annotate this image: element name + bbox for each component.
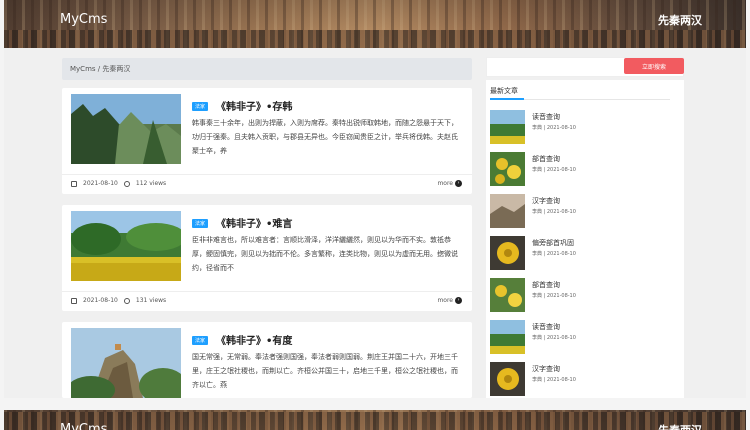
sidebar-thumbnail[interactable] bbox=[490, 236, 525, 270]
header-banner-repeat: MyCms 先秦两汉 bbox=[4, 410, 746, 430]
sidebar-thumbnail[interactable] bbox=[490, 362, 525, 396]
sidebar-item-meta: 李典 | 2021-08-10 bbox=[532, 167, 576, 173]
header-banner: MyCms 先秦两汉 bbox=[4, 0, 746, 48]
brand-logo[interactable]: MyCms bbox=[60, 12, 107, 27]
article-title[interactable]: 《韩非子》•有度 bbox=[216, 332, 292, 347]
breadcrumb: MyCms / 先秦两汉 bbox=[62, 58, 472, 80]
sidebar-item-meta: 李典 | 2021-08-10 bbox=[532, 251, 576, 257]
sidebar-item-title[interactable]: 部首查询 bbox=[532, 154, 560, 164]
article-title[interactable]: 《韩非子》•难言 bbox=[216, 215, 292, 230]
article-card[interactable]: 法家 《韩非子》•有度 国无常强，无常弱。奉法者强则国强，奉法者弱则国弱。荆庄王… bbox=[62, 322, 472, 398]
article-footer: 2021-08-10 112 views more › bbox=[62, 174, 472, 192]
article-views: 131 views bbox=[135, 297, 167, 304]
more-label[interactable]: more bbox=[437, 297, 453, 304]
fire-icon bbox=[123, 180, 130, 187]
title-underline bbox=[490, 98, 524, 100]
article-views: 112 views bbox=[135, 180, 167, 187]
sidebar-item-title[interactable]: 部首查询 bbox=[532, 280, 560, 290]
sidebar-item-meta: 李典 | 2021-08-10 bbox=[532, 293, 576, 299]
sidebar-thumbnail[interactable] bbox=[490, 320, 525, 354]
sidebar-item[interactable]: 读音查询 李典 | 2021-08-10 bbox=[490, 320, 680, 356]
arrow-right-circle-icon[interactable]: › bbox=[455, 180, 462, 187]
sidebar-item-title[interactable]: 汉字查询 bbox=[532, 196, 560, 206]
sidebar-item-title[interactable]: 读音查询 bbox=[532, 112, 560, 122]
sidebar-item[interactable]: 读音查询 李典 | 2021-08-10 bbox=[490, 110, 680, 146]
nav-item-current[interactable]: 先秦两汉 bbox=[658, 422, 702, 430]
sidebar-thumbnail[interactable] bbox=[490, 110, 525, 144]
search-button[interactable]: 立即搜索 bbox=[624, 58, 684, 74]
article-excerpt: 韩事秦三十余年，出则为捍蔽，入则为席荐。秦特出锐师取韩地，而随之怨悬于天下，功归… bbox=[192, 119, 458, 155]
article-date: 2021-08-10 bbox=[83, 297, 118, 304]
sidebar-item[interactable]: 偏旁部首巩固 李典 | 2021-08-10 bbox=[490, 236, 680, 272]
article-excerpt: 臣非非难言也，所以难言者：言顺比滑泽，洋洋纚纚然，则见以为华而不实。敦祗恭厚，鲠… bbox=[192, 236, 458, 272]
more-link[interactable]: more › bbox=[437, 297, 462, 304]
sidebar-item-meta: 李典 | 2021-08-10 bbox=[532, 335, 576, 341]
calendar-icon bbox=[71, 297, 77, 304]
sidebar-thumbnail[interactable] bbox=[490, 194, 525, 228]
nav-item-current[interactable]: 先秦两汉 bbox=[658, 12, 702, 28]
brand-logo[interactable]: MyCms bbox=[60, 422, 107, 430]
article-footer: 2021-08-10 131 views more › bbox=[62, 291, 472, 309]
sidebar-item-title[interactable]: 偏旁部首巩固 bbox=[532, 238, 574, 248]
calendar-icon bbox=[71, 180, 77, 187]
category-tag[interactable]: 法家 bbox=[192, 102, 209, 111]
more-link[interactable]: more › bbox=[437, 180, 462, 187]
sidebar-item-title[interactable]: 读音查询 bbox=[532, 322, 560, 332]
sidebar-item[interactable]: 部首查询 李典 | 2021-08-10 bbox=[490, 152, 680, 188]
sidebar-item[interactable]: 汉字查询 李典 | 2021-08-10 bbox=[490, 194, 680, 230]
article-card[interactable]: 法家 《韩非子》•难言 臣非非难言也，所以难言者：言顺比滑泽，洋洋纚纚然，则见以… bbox=[62, 205, 472, 311]
sidebar-item[interactable]: 汉字查询 李典 | 2021-08-10 bbox=[490, 362, 680, 398]
sidebar-item[interactable]: 部首查询 李典 | 2021-08-10 bbox=[490, 278, 680, 314]
more-label[interactable]: more bbox=[437, 180, 453, 187]
latest-articles-panel: 最新文章 读音查询 李典 | 2021-08-10 部首查询 李典 | 2021… bbox=[486, 80, 684, 398]
fire-icon bbox=[123, 297, 130, 304]
article-excerpt: 国无常强，无常弱。奉法者强则国强，奉法者弱则国弱。荆庄王并国二十六，开地三千里，… bbox=[192, 353, 458, 389]
category-tag[interactable]: 法家 bbox=[192, 336, 209, 345]
sidebar-thumbnail[interactable] bbox=[490, 278, 525, 312]
sidebar-item-meta: 李典 | 2021-08-10 bbox=[532, 377, 576, 383]
article-thumbnail[interactable] bbox=[71, 94, 181, 164]
category-tag[interactable]: 法家 bbox=[192, 219, 209, 228]
sidebar-item-title[interactable]: 汉字查询 bbox=[532, 364, 560, 374]
sidebar-thumbnail[interactable] bbox=[490, 152, 525, 186]
sidebar-item-meta: 李典 | 2021-08-10 bbox=[532, 209, 576, 215]
sidebar-title: 最新文章 bbox=[490, 87, 518, 95]
article-card[interactable]: 法家 《韩非子》•存韩 韩事秦三十余年，出则为捍蔽，入则为席荐。秦特出锐师取韩地… bbox=[62, 88, 472, 194]
article-thumbnail[interactable] bbox=[71, 211, 181, 281]
sidebar-item-meta: 李典 | 2021-08-10 bbox=[532, 125, 576, 131]
article-title[interactable]: 《韩非子》•存韩 bbox=[216, 98, 292, 113]
arrow-right-circle-icon[interactable]: › bbox=[455, 297, 462, 304]
article-date: 2021-08-10 bbox=[83, 180, 118, 187]
article-thumbnail[interactable] bbox=[71, 328, 181, 398]
